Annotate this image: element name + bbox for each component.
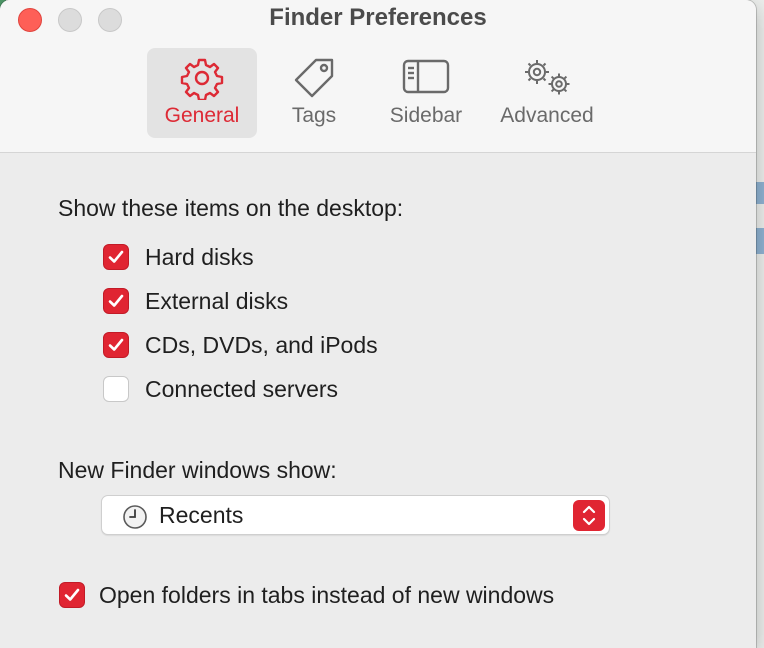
- window-title: Finder Preferences: [269, 4, 487, 31]
- checkbox-open-in-tabs[interactable]: Open folders in tabs instead of new wind…: [59, 580, 554, 610]
- checkbox-label: CDs, DVDs, and iPods: [145, 331, 378, 358]
- tab-tags[interactable]: Tags: [270, 48, 358, 138]
- new-window-heading: New Finder windows show:: [58, 457, 337, 483]
- tab-general-label: General: [164, 104, 240, 127]
- checkbox[interactable]: [103, 332, 129, 358]
- sidebar-icon: [402, 56, 450, 101]
- checkbox[interactable]: [59, 582, 85, 608]
- checkbox[interactable]: [103, 376, 129, 402]
- checkbox[interactable]: [103, 244, 129, 270]
- gear-icon: [180, 56, 224, 105]
- checkbox-external-disks[interactable]: External disks: [103, 286, 288, 316]
- finder-preferences-window: Finder Preferences General Tags Sidebar …: [0, 0, 756, 648]
- tab-advanced-label: Advanced: [500, 104, 594, 127]
- general-pane: Show these items on the desktop: Hard di…: [0, 153, 756, 648]
- desktop-items-heading: Show these items on the desktop:: [58, 195, 404, 221]
- checkbox-label: Connected servers: [145, 375, 339, 402]
- tab-general[interactable]: General: [147, 48, 257, 138]
- checkbox-cds-dvds-ipods[interactable]: CDs, DVDs, and iPods: [103, 330, 378, 360]
- checkbox-label: Hard disks: [145, 243, 254, 270]
- tab-sidebar[interactable]: Sidebar: [376, 48, 476, 138]
- checkbox-label: Open folders in tabs instead of new wind…: [99, 581, 555, 608]
- tab-sidebar-label: Sidebar: [389, 104, 463, 127]
- toolbar: Finder Preferences General Tags Sidebar …: [0, 0, 756, 153]
- checkbox[interactable]: [103, 288, 129, 314]
- popup-value: Recents: [159, 502, 244, 528]
- checkbox-hard-disks[interactable]: Hard disks: [103, 242, 254, 272]
- tab-advanced[interactable]: Advanced: [492, 48, 602, 138]
- checkbox-label: External disks: [145, 287, 289, 314]
- clock-icon: [122, 504, 148, 535]
- tag-icon: [290, 56, 338, 105]
- gears-icon: [519, 56, 575, 105]
- tab-tags-label: Tags: [291, 104, 337, 127]
- new-window-popup[interactable]: Recents: [101, 495, 610, 535]
- checkbox-connected-servers[interactable]: Connected servers: [103, 374, 338, 404]
- chevron-up-down-icon[interactable]: [573, 500, 605, 531]
